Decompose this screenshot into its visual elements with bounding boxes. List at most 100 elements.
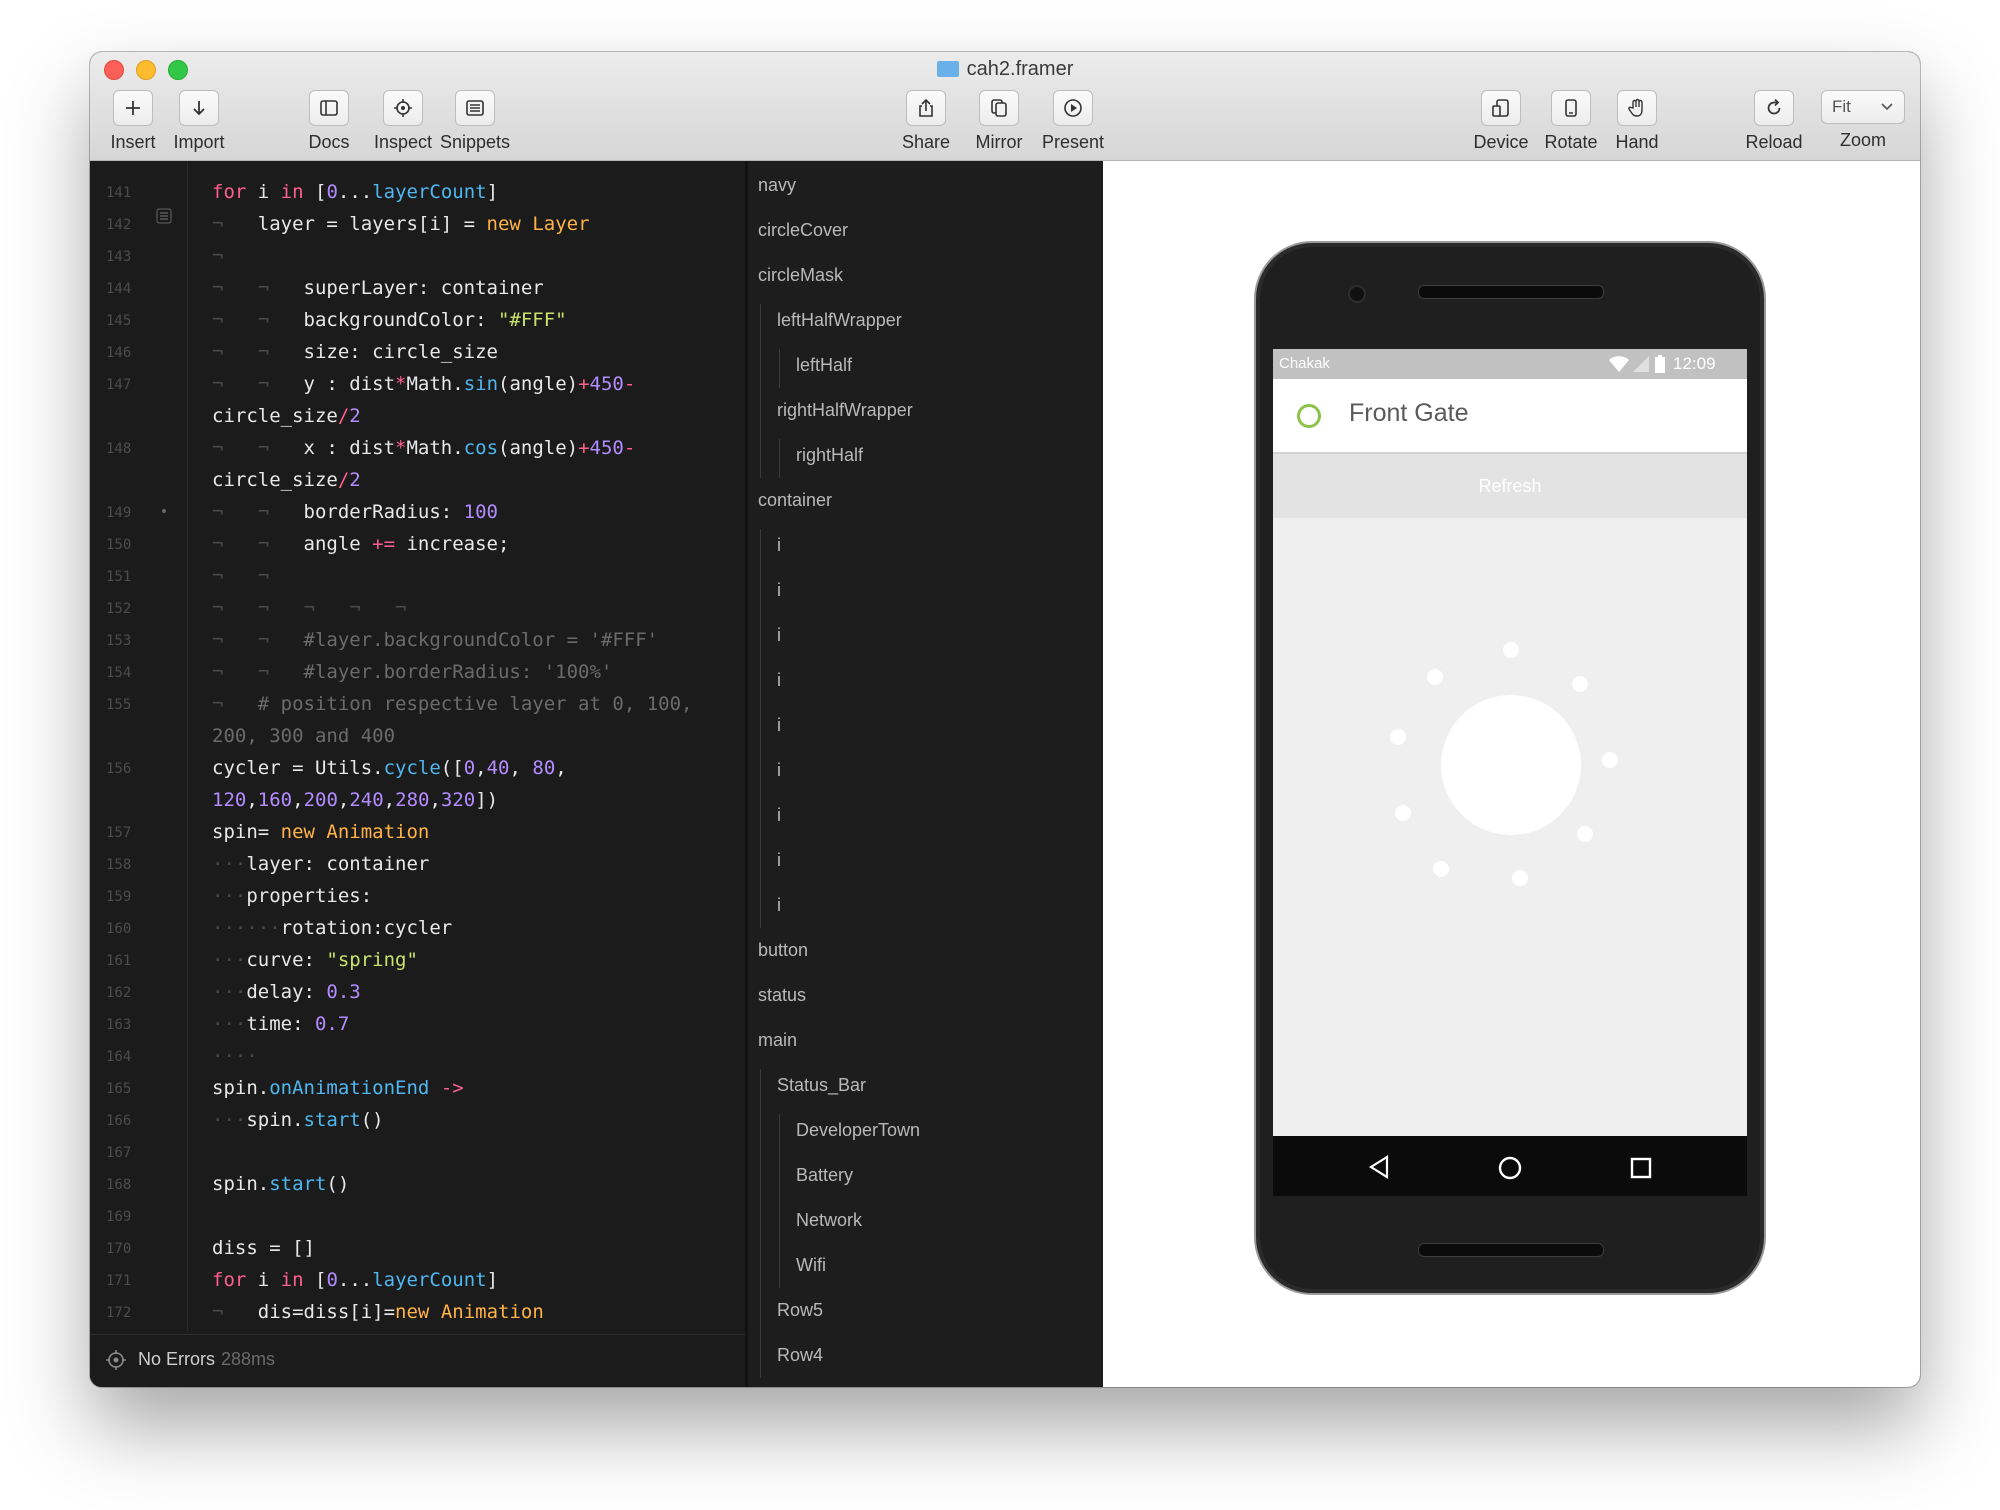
code-line[interactable]: ···layer: container (212, 853, 429, 875)
status-message: No Errors (138, 1349, 216, 1369)
code-line[interactable]: ¬ ¬ #layer.backgroundColor = '#FFF' (212, 629, 658, 651)
rotate-button[interactable]: Rotate (1536, 90, 1606, 153)
recents-icon[interactable] (1629, 1156, 1653, 1180)
layer-row-i[interactable]: i (777, 895, 781, 916)
layer-row-container[interactable]: container (758, 490, 832, 511)
code-line[interactable]: circle_size/2 (212, 469, 361, 491)
indent-guide (779, 1114, 780, 1288)
layer-row-button[interactable]: button (758, 940, 808, 961)
device-button[interactable]: Device (1466, 90, 1536, 153)
code-line[interactable]: ···curve: "spring" (212, 949, 418, 971)
insert-button[interactable]: Insert (98, 90, 168, 153)
layer-row-row5[interactable]: Row5 (777, 1300, 823, 1321)
layer-row-lefthalfwrapper[interactable]: leftHalfWrapper (777, 310, 902, 331)
code-line[interactable]: ¬ ¬ ¬ ¬ ¬ (212, 597, 406, 619)
back-icon[interactable] (1367, 1155, 1391, 1179)
present-label: Present (1041, 132, 1105, 152)
wifi-icon (1609, 356, 1629, 372)
snippets-button[interactable]: Snippets (440, 90, 510, 153)
layer-row-wifi[interactable]: Wifi (796, 1255, 826, 1276)
layer-row-battery[interactable]: Battery (796, 1165, 853, 1186)
layer-row-i[interactable]: i (777, 760, 781, 781)
present-button[interactable]: Present (1038, 90, 1108, 153)
layer-row-righthalf[interactable]: rightHalf (796, 445, 863, 466)
layer-row-i[interactable]: i (777, 535, 781, 556)
code-line[interactable]: for i in [0...layerCount] (212, 181, 498, 203)
hand-icon (1628, 98, 1643, 117)
layer-row-circlemask[interactable]: circleMask (758, 265, 843, 286)
code-line[interactable]: ¬ # position respective layer at 0, 100, (212, 693, 692, 715)
layer-row-i[interactable]: i (777, 715, 781, 736)
inspect-label: Inspect (373, 132, 433, 152)
code-line[interactable]: ······rotation:cycler (212, 917, 452, 939)
code-line[interactable]: 120,160,200,240,280,320]) (212, 789, 498, 811)
code-line[interactable]: ···spin.start() (212, 1109, 384, 1131)
layer-row-status_bar[interactable]: Status_Bar (777, 1075, 866, 1096)
code-line[interactable]: ¬ ¬ borderRadius: 100 (212, 501, 498, 523)
code-line[interactable]: ¬ ¬ backgroundColor: "#FFF" (212, 309, 567, 331)
layer-row-main[interactable]: main (758, 1030, 797, 1051)
spinner-dot (1503, 642, 1519, 658)
line-number: 144 (106, 281, 132, 297)
import-button[interactable]: Import (164, 90, 234, 153)
layer-row-network[interactable]: Network (796, 1210, 862, 1231)
bottom-speaker (1418, 1243, 1604, 1257)
line-number: 143 (106, 249, 132, 265)
layer-row-circlecover[interactable]: circleCover (758, 220, 848, 241)
layer-row-i[interactable]: i (777, 670, 781, 691)
code-line[interactable]: ¬ ¬ (212, 565, 269, 587)
code-line[interactable]: spin.start() (212, 1173, 349, 1195)
inspect-button[interactable]: Inspect (368, 90, 438, 153)
snippets-label: Snippets (439, 132, 511, 152)
app-window: cah2.framer Insert Import Docs Inspect S… (90, 52, 1920, 1387)
layer-row-righthalfwrapper[interactable]: rightHalfWrapper (777, 400, 913, 421)
layer-row-i[interactable]: i (777, 850, 781, 871)
layer-row-status[interactable]: status (758, 985, 806, 1006)
code-line[interactable]: spin= new Animation (212, 821, 429, 843)
indent-guide (779, 349, 780, 388)
code-line[interactable]: spin.onAnimationEnd -> (212, 1077, 464, 1099)
carrier-label: Chakak (1279, 355, 1330, 372)
layer-row-developertown[interactable]: DeveloperTown (796, 1120, 920, 1141)
code-line[interactable]: ···delay: 0.3 (212, 981, 361, 1003)
share-button[interactable]: Share (891, 90, 961, 153)
code-editor[interactable]: 141 142 143 144 145 146 147 148 149 150 … (90, 161, 745, 1387)
indent-guide (760, 529, 761, 928)
code-line[interactable]: ¬ ¬ superLayer: container (212, 277, 544, 299)
layer-row-i[interactable]: i (777, 625, 781, 646)
layer-row-lefthalf[interactable]: leftHalf (796, 355, 852, 376)
layer-row-navy[interactable]: navy (758, 175, 796, 196)
code-line[interactable]: ¬ ¬ angle += increase; (212, 533, 509, 555)
layer-row-i[interactable]: i (777, 580, 781, 601)
code-line[interactable]: cycler = Utils.cycle([0,40, 80, (212, 757, 567, 779)
mirror-icon (991, 99, 1007, 117)
mirror-button[interactable]: Mirror (964, 90, 1034, 153)
zoom-control[interactable]: Fit Zoom (1816, 90, 1910, 151)
code-line[interactable]: ¬ ¬ size: circle_size (212, 341, 498, 363)
zoom-label: Zoom (1839, 130, 1886, 150)
code-line[interactable]: diss = [] (212, 1237, 315, 1259)
line-number: 148 (106, 441, 132, 457)
code-line[interactable]: ¬ (212, 245, 223, 267)
reload-button[interactable]: Reload (1739, 90, 1809, 153)
code-line[interactable]: ¬ ¬ y : dist*Math.sin(angle)+450- (212, 373, 635, 395)
code-line[interactable]: circle_size/2 (212, 405, 361, 427)
code-line[interactable]: 200, 300 and 400 (212, 725, 395, 747)
code-line[interactable]: ¬ ¬ x : dist*Math.cos(angle)+450- (212, 437, 635, 459)
layer-row-row4[interactable]: Row4 (777, 1345, 823, 1366)
zoom-select[interactable]: Fit (1821, 90, 1905, 124)
code-line[interactable]: ···· (212, 1045, 258, 1067)
line-number: 141 (106, 185, 132, 201)
code-line[interactable]: ¬ ¬ #layer.borderRadius: '100%' (212, 661, 612, 683)
code-line[interactable]: ¬ dis=diss[i]=new Animation (212, 1301, 544, 1323)
docs-button[interactable]: Docs (294, 90, 364, 153)
home-icon[interactable] (1497, 1155, 1523, 1181)
device-screen[interactable]: Chakak 12:09 Front Gate Refresh (1273, 349, 1747, 1196)
refresh-button[interactable]: Refresh (1273, 454, 1747, 518)
code-line[interactable]: ¬ layer = layers[i] = new Layer (212, 213, 590, 235)
code-line[interactable]: ···properties: (212, 885, 372, 907)
code-line[interactable]: ···time: 0.7 (212, 1013, 349, 1035)
hand-button[interactable]: Hand (1602, 90, 1672, 153)
code-line[interactable]: for i in [0...layerCount] (212, 1269, 498, 1291)
layer-row-i[interactable]: i (777, 805, 781, 826)
